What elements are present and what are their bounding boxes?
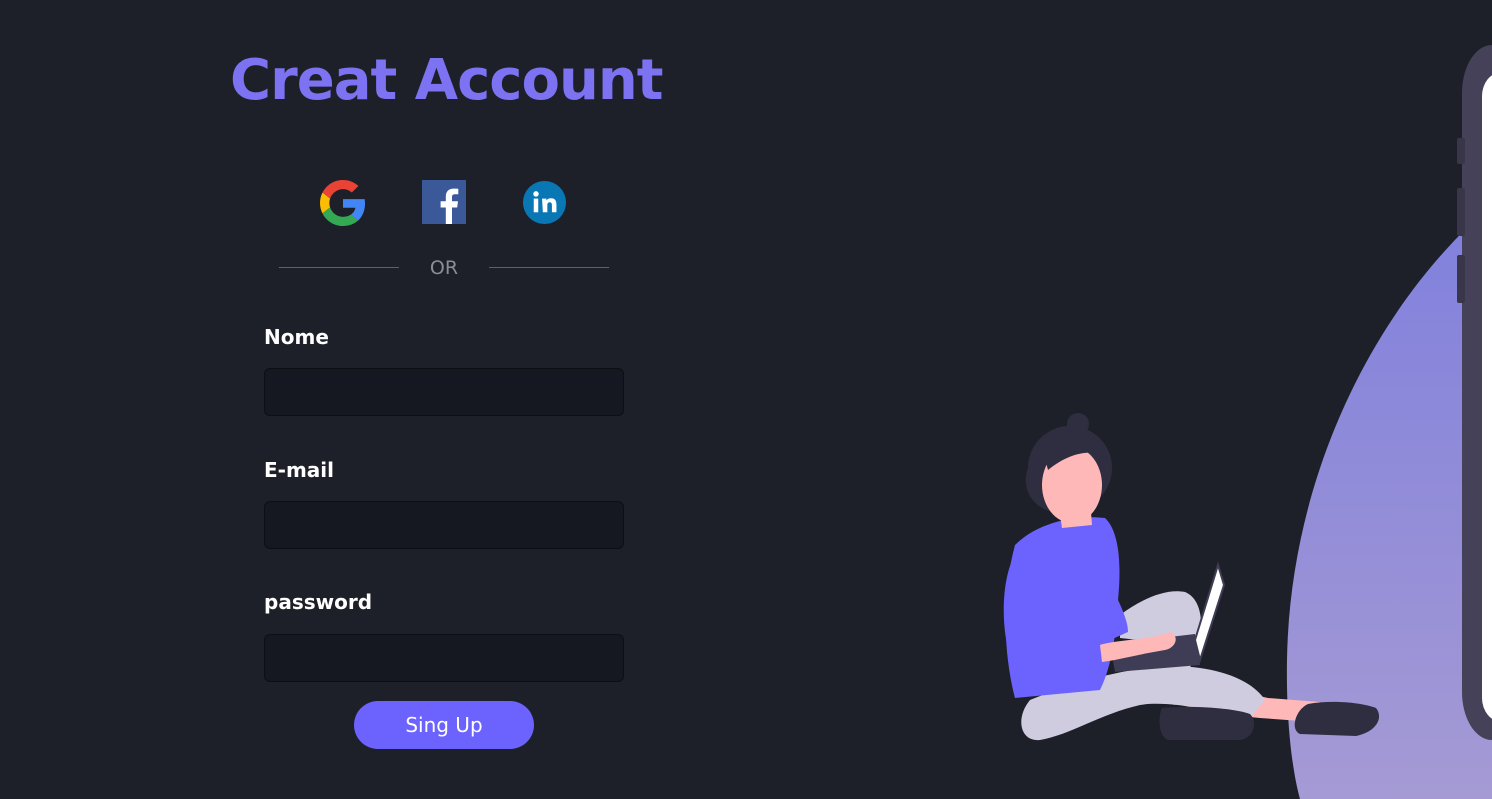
password-label: password [264,590,373,614]
divider-line-left [279,267,399,268]
facebook-icon[interactable] [422,180,468,226]
email-input[interactable] [264,501,624,549]
email-label: E-mail [264,458,335,482]
page-title: Creat Account [230,48,663,113]
name-input[interactable] [264,368,624,416]
divider-text: OR [429,257,459,279]
signup-button[interactable]: Sing Up [354,701,534,749]
phone-shape [1457,45,1492,740]
google-icon[interactable] [320,180,366,226]
password-input[interactable] [264,634,624,682]
name-label: Nome [264,325,329,349]
social-login-group [320,180,570,226]
divider-line-right [489,267,609,268]
linkedin-icon[interactable] [522,180,568,226]
signup-page: Creat Account OR Nome E-mail password Si… [0,0,1492,799]
illustration-woman-with-laptop [1003,45,1492,799]
or-divider: OR [279,255,609,281]
